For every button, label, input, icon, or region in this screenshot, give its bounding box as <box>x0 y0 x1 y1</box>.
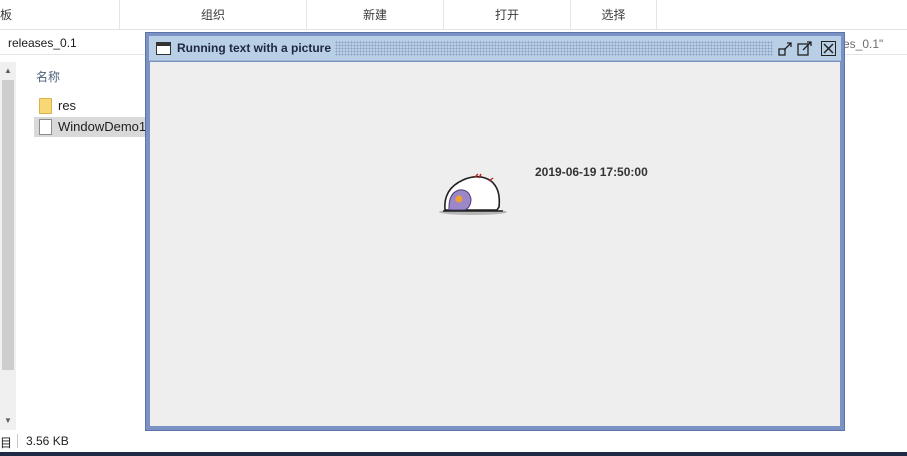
timestamp-text: 2019-06-19 17:50:00 <box>535 165 648 179</box>
window-title: Running text with a picture <box>177 41 332 55</box>
nav-pane-scrollbar[interactable]: ▲ ▼ <box>0 62 16 430</box>
close-icon[interactable] <box>821 41 836 56</box>
ribbon-group-new[interactable]: 新建 <box>307 0 444 30</box>
ribbon-group-open[interactable]: 打开 <box>444 0 571 30</box>
java-window-titlebar[interactable]: Running text with a picture <box>149 36 841 61</box>
titlebar-grip[interactable] <box>335 41 773 56</box>
desktop: 板 组织 新建 打开 选择 releases_0.1 es_0.1" ▲ ▼ 名… <box>0 0 907 456</box>
status-item-count: 项目 <box>0 436 13 450</box>
scrollbar-thumb[interactable] <box>2 80 14 370</box>
taskbar-edge <box>0 452 907 456</box>
explorer-ribbon: 板 组织 新建 打开 选择 <box>0 0 907 30</box>
status-size: 3.56 KB <box>26 434 69 448</box>
scroll-up-icon[interactable]: ▲ <box>0 64 16 78</box>
java-window[interactable]: Running text with a picture 2019-06-19 1… <box>145 32 845 431</box>
sprite-picture <box>439 173 507 215</box>
window-icon <box>156 42 171 55</box>
address-path[interactable]: releases_0.1 <box>8 36 77 50</box>
column-header-name[interactable]: 名称 <box>36 68 60 85</box>
status-bar: 项目 3.56 KB <box>0 433 907 451</box>
list-item-label: WindowDemo1 <box>58 119 147 134</box>
ribbon-group-select[interactable]: 选择 <box>571 0 657 30</box>
search-box-text[interactable]: es_0.1" <box>843 37 883 51</box>
maximize-icon[interactable] <box>797 41 812 56</box>
java-window-content: 2019-06-19 17:50:00 <box>150 62 840 426</box>
minimize-icon[interactable] <box>778 41 793 56</box>
list-item[interactable]: WindowDemo1 <box>34 117 154 137</box>
list-item-label: res <box>58 98 77 113</box>
document-icon <box>39 119 52 135</box>
list-item[interactable]: res <box>34 96 154 116</box>
scroll-down-icon[interactable]: ▼ <box>0 414 16 428</box>
folder-icon <box>39 98 52 114</box>
ribbon-group-organize[interactable]: 组织 <box>120 0 307 30</box>
ribbon-group-clipboard[interactable]: 板 <box>0 0 120 30</box>
status-divider <box>17 434 18 448</box>
